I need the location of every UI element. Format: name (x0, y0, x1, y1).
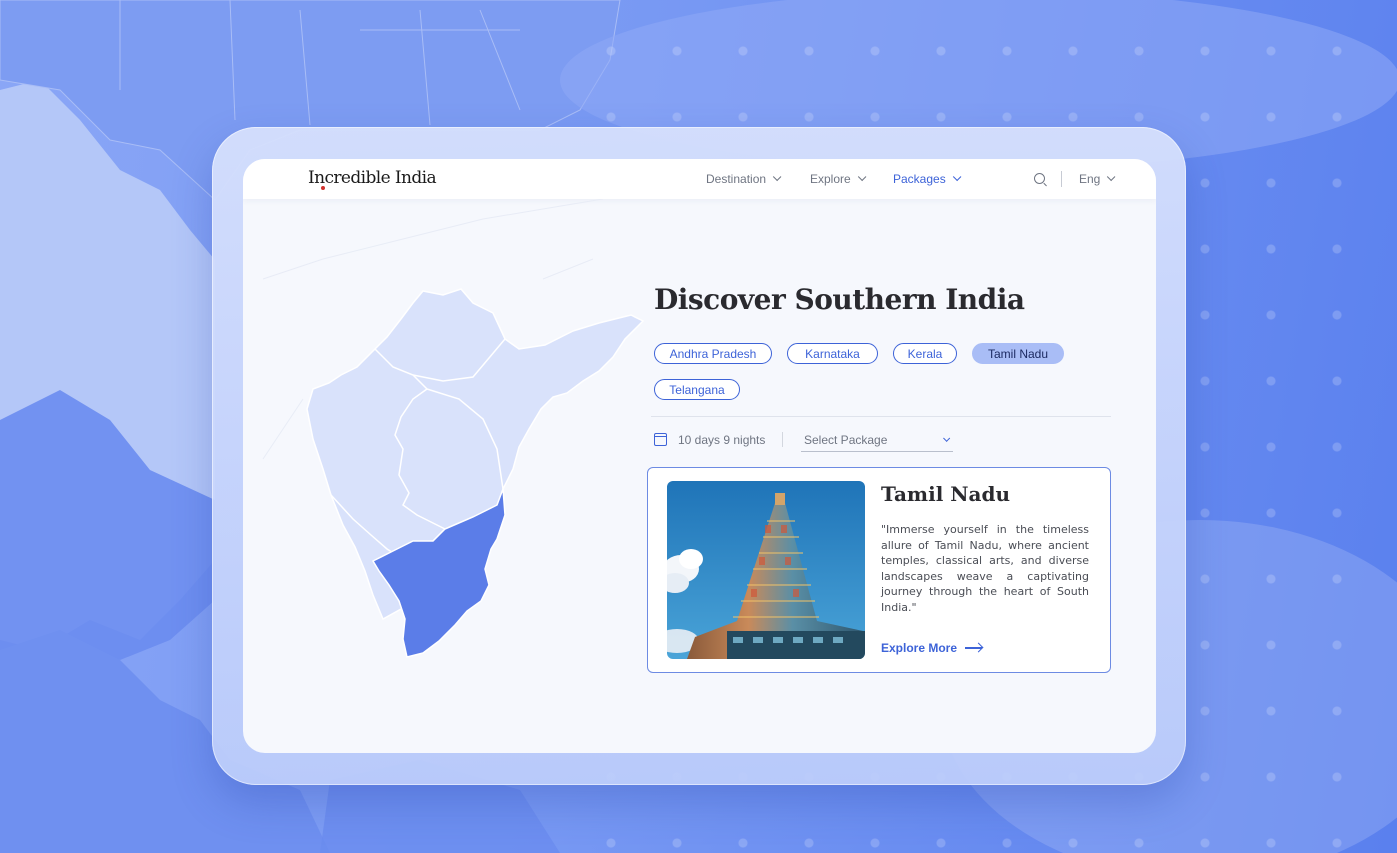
logo[interactable]: Incredible India (308, 168, 437, 188)
nav-label: Destination (706, 172, 767, 186)
search-icon[interactable] (1034, 173, 1045, 184)
calendar-icon (654, 433, 667, 446)
chip-andhra-pradesh[interactable]: Andhra Pradesh (654, 343, 772, 364)
state-info-card: Tamil Nadu "Immerse yourself in the time… (647, 467, 1111, 673)
temple-photo (667, 481, 865, 659)
chevron-down-icon (1107, 172, 1116, 182)
chip-karnataka[interactable]: Karnataka (787, 343, 878, 364)
nav-label: Explore (810, 172, 851, 186)
chevron-down-icon (857, 172, 867, 182)
card-title: Tamil Nadu (881, 482, 1011, 506)
nav-label: Packages (893, 172, 946, 186)
chevron-down-icon (952, 172, 962, 182)
explore-more-link[interactable]: Explore More (881, 641, 983, 655)
page-title: Discover Southern India (654, 283, 1025, 316)
logo-dot (321, 186, 325, 190)
browser-screen: Incredible India Destination Explore Pac… (243, 159, 1156, 753)
chip-kerala[interactable]: Kerala (893, 343, 957, 364)
chip-tamil-nadu[interactable]: Tamil Nadu (972, 343, 1064, 364)
south-india-map (306, 288, 645, 658)
section-divider (651, 416, 1111, 417)
language-label: Eng (1079, 172, 1101, 186)
chip-telangana[interactable]: Telangana (654, 379, 740, 400)
package-select[interactable]: Select Package (801, 429, 953, 452)
nav-item-explore[interactable]: Explore (810, 172, 867, 186)
chevron-down-icon (943, 434, 951, 442)
filter-separator (782, 432, 783, 447)
nav-divider (1061, 171, 1062, 187)
temple-gopuram-illustration (667, 481, 865, 659)
nav-item-packages[interactable]: Packages (893, 172, 962, 186)
chevron-down-icon (772, 172, 782, 182)
arrow-right-icon (965, 647, 983, 649)
nav-item-destination[interactable]: Destination (706, 172, 782, 186)
duration-label: 10 days 9 nights (678, 433, 766, 447)
explore-more-label: Explore More (881, 641, 958, 655)
top-navbar: Incredible India Destination Explore Pac… (243, 159, 1156, 199)
language-selector[interactable]: Eng (1079, 172, 1116, 186)
card-description: "Immerse yourself in the timeless allure… (881, 523, 1089, 614)
package-select-placeholder: Select Package (804, 433, 888, 447)
